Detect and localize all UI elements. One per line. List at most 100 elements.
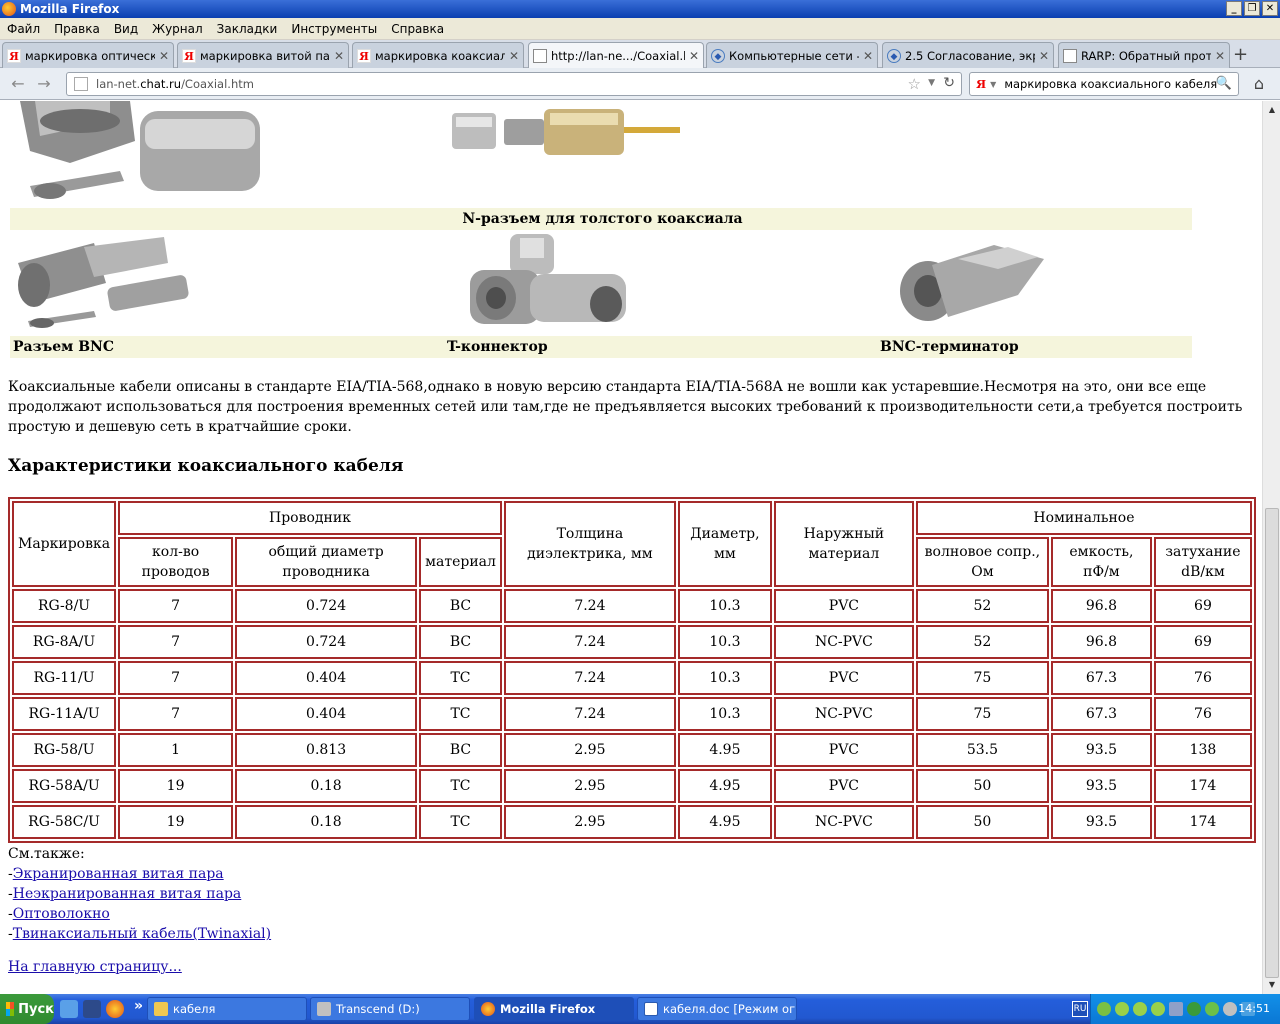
cell-attenuation: 76 <box>1153 661 1252 695</box>
tab-close-icon[interactable]: ✕ <box>159 49 169 63</box>
header-attenuation: затухание dB/км <box>1153 537 1252 587</box>
language-indicator[interactable]: RU <box>1072 1001 1088 1017</box>
system-tray: 14:51 <box>1090 994 1280 1024</box>
reload-icon[interactable]: ↻ <box>943 75 955 91</box>
tab-close-icon[interactable]: ✕ <box>1039 49 1049 63</box>
scroll-up-icon[interactable]: ▲ <box>1265 103 1279 117</box>
tab-3[interactable]: Я маркировка коаксиальн... ✕ <box>352 42 524 68</box>
cell-dielectric: 2.95 <box>503 805 676 839</box>
tab-close-icon[interactable]: ✕ <box>689 49 699 63</box>
bnc-terminator-image <box>900 245 1044 321</box>
tab-5[interactable]: ◆ Компьютерные сети - С... ✕ <box>706 42 878 68</box>
url-bar[interactable]: lan-net. chat.ru/Coaxial.htm ☆ ▼ ↻ <box>66 72 962 96</box>
table-row: RG-58A/U 19 0.18 TC 2.95 4.95 PVC 50 93.… <box>12 769 1252 803</box>
tab-close-icon[interactable]: ✕ <box>863 49 873 63</box>
cell-impedance: 50 <box>915 769 1049 803</box>
start-button[interactable]: Пуск <box>0 994 54 1024</box>
scroll-down-icon[interactable]: ▼ <box>1265 978 1279 992</box>
menu-history[interactable]: Журнал <box>145 22 210 36</box>
tab-close-icon[interactable]: ✕ <box>334 49 344 63</box>
link-unshielded-twisted-pair[interactable]: Неэкранированная витая пара <box>13 886 242 902</box>
cell-count: 7 <box>118 697 234 731</box>
menu-tools[interactable]: Инструменты <box>284 22 384 36</box>
table-row: RG-8/U 7 0.724 BC 7.24 10.3 PVC 52 96.8 … <box>12 589 1252 623</box>
restore-button[interactable]: ❐ <box>1244 1 1260 16</box>
tray-app-icon[interactable] <box>1205 1002 1219 1016</box>
cell-attenuation: 69 <box>1153 589 1252 623</box>
cell-count: 7 <box>118 625 234 659</box>
taskbar: Пуск » кабеля Transcend (D:) Mozilla Fir… <box>0 994 1280 1024</box>
quicklaunch-more-icon[interactable]: » <box>134 998 143 1014</box>
cell-outer-material: NC-PVC <box>773 625 914 659</box>
tab-2[interactable]: Я маркировка витой пары... ✕ <box>177 42 349 68</box>
cell-dielectric: 7.24 <box>503 625 676 659</box>
forward-arrow-icon[interactable]: → <box>34 74 54 94</box>
vertical-scrollbar[interactable]: ▲ ▼ <box>1262 101 1280 994</box>
back-arrow-icon[interactable]: ← <box>8 74 28 94</box>
cell-marking: RG-58A/U <box>12 769 117 803</box>
menu-bookmarks[interactable]: Закладки <box>210 22 285 36</box>
torrent-icon[interactable] <box>1187 1002 1201 1016</box>
new-tab-icon[interactable]: + <box>1233 44 1248 65</box>
taskbar-button-word[interactable]: кабеля.doc [Режим огр... <box>637 997 797 1021</box>
folder-icon <box>154 1002 168 1016</box>
taskbar-button-folder[interactable]: кабеля <box>147 997 307 1021</box>
tab-label: 2.5 Согласование, экра... <box>905 48 1035 63</box>
menu-view[interactable]: Вид <box>107 22 145 36</box>
header-impedance: волновое сопр., Ом <box>915 537 1049 587</box>
window-title-bar: Mozilla Firefox _ ❐ ✕ <box>0 0 1280 18</box>
tab-6[interactable]: ◆ 2.5 Согласование, экра... ✕ <box>882 42 1054 68</box>
taskbar-button-firefox[interactable]: Mozilla Firefox <box>474 997 634 1021</box>
url-dropdown-icon[interactable]: ▼ <box>928 78 935 88</box>
tab-1[interactable]: Я маркировка оптическог... ✕ <box>2 42 174 68</box>
site-identity-icon[interactable] <box>74 77 88 91</box>
cell-impedance: 75 <box>915 661 1049 695</box>
search-input[interactable]: маркировка коаксиального кабеля <box>1004 77 1217 91</box>
cell-attenuation: 174 <box>1153 769 1252 803</box>
scrollbar-thumb[interactable] <box>1265 508 1279 978</box>
tray-app-icon[interactable] <box>1115 1002 1129 1016</box>
close-window-button[interactable]: ✕ <box>1262 1 1278 16</box>
cell-impedance: 50 <box>915 805 1049 839</box>
show-desktop-icon[interactable] <box>60 1000 78 1018</box>
table-row: RG-11A/U 7 0.404 TC 7.24 10.3 NC-PVC 75 … <box>12 697 1252 731</box>
tab-close-icon[interactable]: ✕ <box>1215 49 1225 63</box>
menu-file[interactable]: Файл <box>0 22 47 36</box>
taskbar-label: Mozilla Firefox <box>500 1002 596 1016</box>
cell-total-diameter: 0.724 <box>235 625 418 659</box>
link-twinaxial[interactable]: Твинаксиальный кабель(Twinaxial) <box>13 926 271 942</box>
menu-help[interactable]: Справка <box>384 22 451 36</box>
search-box[interactable]: Я ▼ маркировка коаксиального кабеля 🔍 <box>969 72 1239 96</box>
firefox-quicklaunch-icon[interactable] <box>106 1000 124 1018</box>
minimize-button[interactable]: _ <box>1226 1 1242 16</box>
cell-dielectric: 2.95 <box>503 733 676 767</box>
cell-marking: RG-8A/U <box>12 625 117 659</box>
tab-close-icon[interactable]: ✕ <box>509 49 519 63</box>
tray-app-icon[interactable] <box>1151 1002 1165 1016</box>
menu-edit[interactable]: Правка <box>47 22 107 36</box>
search-icon[interactable]: 🔍 <box>1216 76 1232 91</box>
cell-total-diameter: 0.18 <box>235 769 418 803</box>
yandex-icon[interactable]: Я <box>976 77 986 91</box>
cell-impedance: 75 <box>915 697 1049 731</box>
taskbar-button-drive[interactable]: Transcend (D:) <box>310 997 470 1021</box>
link-fiber-optic[interactable]: Оптоволокно <box>13 906 110 922</box>
bookmark-star-icon[interactable]: ☆ <box>908 75 921 93</box>
cell-attenuation: 69 <box>1153 625 1252 659</box>
network-icon[interactable] <box>1169 1002 1183 1016</box>
url-path: /Coaxial.htm <box>181 77 254 91</box>
cell-count: 7 <box>118 589 234 623</box>
tab-4-active[interactable]: http://lan-ne.../Coaxial.htm ✕ <box>528 42 704 68</box>
windows-logo-icon <box>6 1002 15 1016</box>
quicklaunch-app-icon[interactable] <box>83 1000 101 1018</box>
tray-app-icon[interactable] <box>1223 1002 1237 1016</box>
home-page-link[interactable]: На главную страницу... <box>8 959 182 975</box>
link-shielded-twisted-pair[interactable]: Экранированная витая пара <box>13 866 224 882</box>
home-icon[interactable]: ⌂ <box>1247 74 1271 96</box>
tab-7[interactable]: RARP: Обратный прото... ✕ <box>1058 42 1230 68</box>
search-engine-dropdown-icon[interactable]: ▼ <box>990 80 996 89</box>
tray-app-icon[interactable] <box>1097 1002 1111 1016</box>
tray-app-icon[interactable] <box>1133 1002 1147 1016</box>
cell-material: TC <box>419 769 502 803</box>
cell-impedance: 52 <box>915 625 1049 659</box>
